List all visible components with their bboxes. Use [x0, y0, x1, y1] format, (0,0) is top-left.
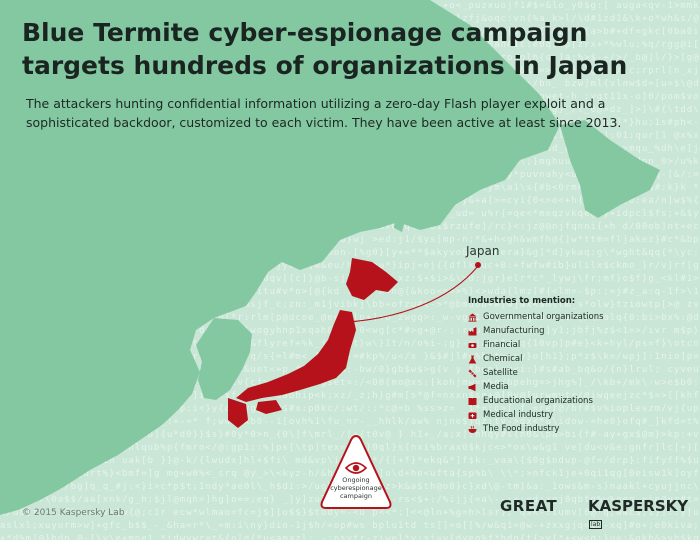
page-subtitle: The attackers hunting confidential infor… — [26, 96, 622, 130]
kaspersky-lab-mark: lab — [589, 520, 603, 529]
bank-icon — [468, 341, 477, 350]
ongoing-campaign-badge — [320, 434, 392, 509]
medical-cross-icon — [468, 411, 477, 420]
great-logo: GREAT — [500, 497, 558, 515]
kaspersky-logo: KASPERSKY lab — [588, 497, 700, 533]
legend-label: Media — [483, 382, 509, 392]
kaspersky-wordmark: KASPERSKY — [588, 497, 689, 515]
japan-leader-dot — [475, 262, 481, 268]
food-bowl-icon — [468, 425, 477, 434]
ongoing-campaign-text: Ongoing cyberespionage campaign — [318, 476, 394, 500]
satellite-icon — [468, 369, 477, 378]
legend-label: The Food industry — [483, 424, 560, 434]
legend-label: Chemical — [483, 354, 523, 364]
legend-item-financial: Financial — [468, 338, 688, 352]
book-icon — [468, 397, 477, 406]
government-building-icon — [468, 313, 477, 322]
kamchatka-peninsula — [560, 120, 660, 218]
japan-hokkaido — [346, 258, 398, 300]
copyright: © 2015 Kaspersky Lab — [22, 508, 125, 518]
infographic: cf]+:c}vg;_qk}c+k>fb/{yz]:y\;ek_/ :+e@>p… — [0, 0, 700, 540]
legend-label: Educational organizations — [483, 396, 593, 406]
japan-honshu — [236, 310, 356, 402]
page-title: Blue Termite cyber-espionage campaign ta… — [22, 18, 628, 80]
badge-line: Ongoing — [342, 476, 370, 484]
factory-icon — [468, 327, 477, 336]
legend-item-governmental: Governmental organizations — [468, 310, 688, 324]
legend-item-manufacturing: Manufacturing — [468, 324, 688, 338]
legend-item-medical: Medical industry — [468, 408, 688, 422]
flask-icon — [468, 355, 477, 364]
japan-label: Japan — [466, 244, 500, 258]
badge-line: cyberespionage — [330, 484, 382, 492]
legend-label: Manufacturing — [483, 326, 545, 336]
badge-line: campaign — [339, 492, 373, 500]
legend-title: Industries to mention: — [468, 296, 576, 306]
legend-label: Governmental organizations — [483, 312, 604, 322]
legend-label: Medical industry — [483, 410, 554, 420]
legend-label: Satellite — [483, 368, 518, 378]
megaphone-icon — [468, 383, 477, 392]
legend-label: Financial — [483, 340, 521, 350]
legend-item-satellite: Satellite — [468, 366, 688, 380]
korean-peninsula — [196, 318, 252, 400]
japan-kyushu — [228, 398, 248, 428]
legend-item-educational: Educational organizations — [468, 394, 688, 408]
legend-item-food: The Food industry — [468, 422, 688, 436]
japan-shikoku — [256, 400, 282, 414]
legend-item-media: Media — [468, 380, 688, 394]
industries-legend: Industries to mention: Governmental orga… — [468, 296, 688, 436]
legend-item-chemical: Chemical — [468, 352, 688, 366]
